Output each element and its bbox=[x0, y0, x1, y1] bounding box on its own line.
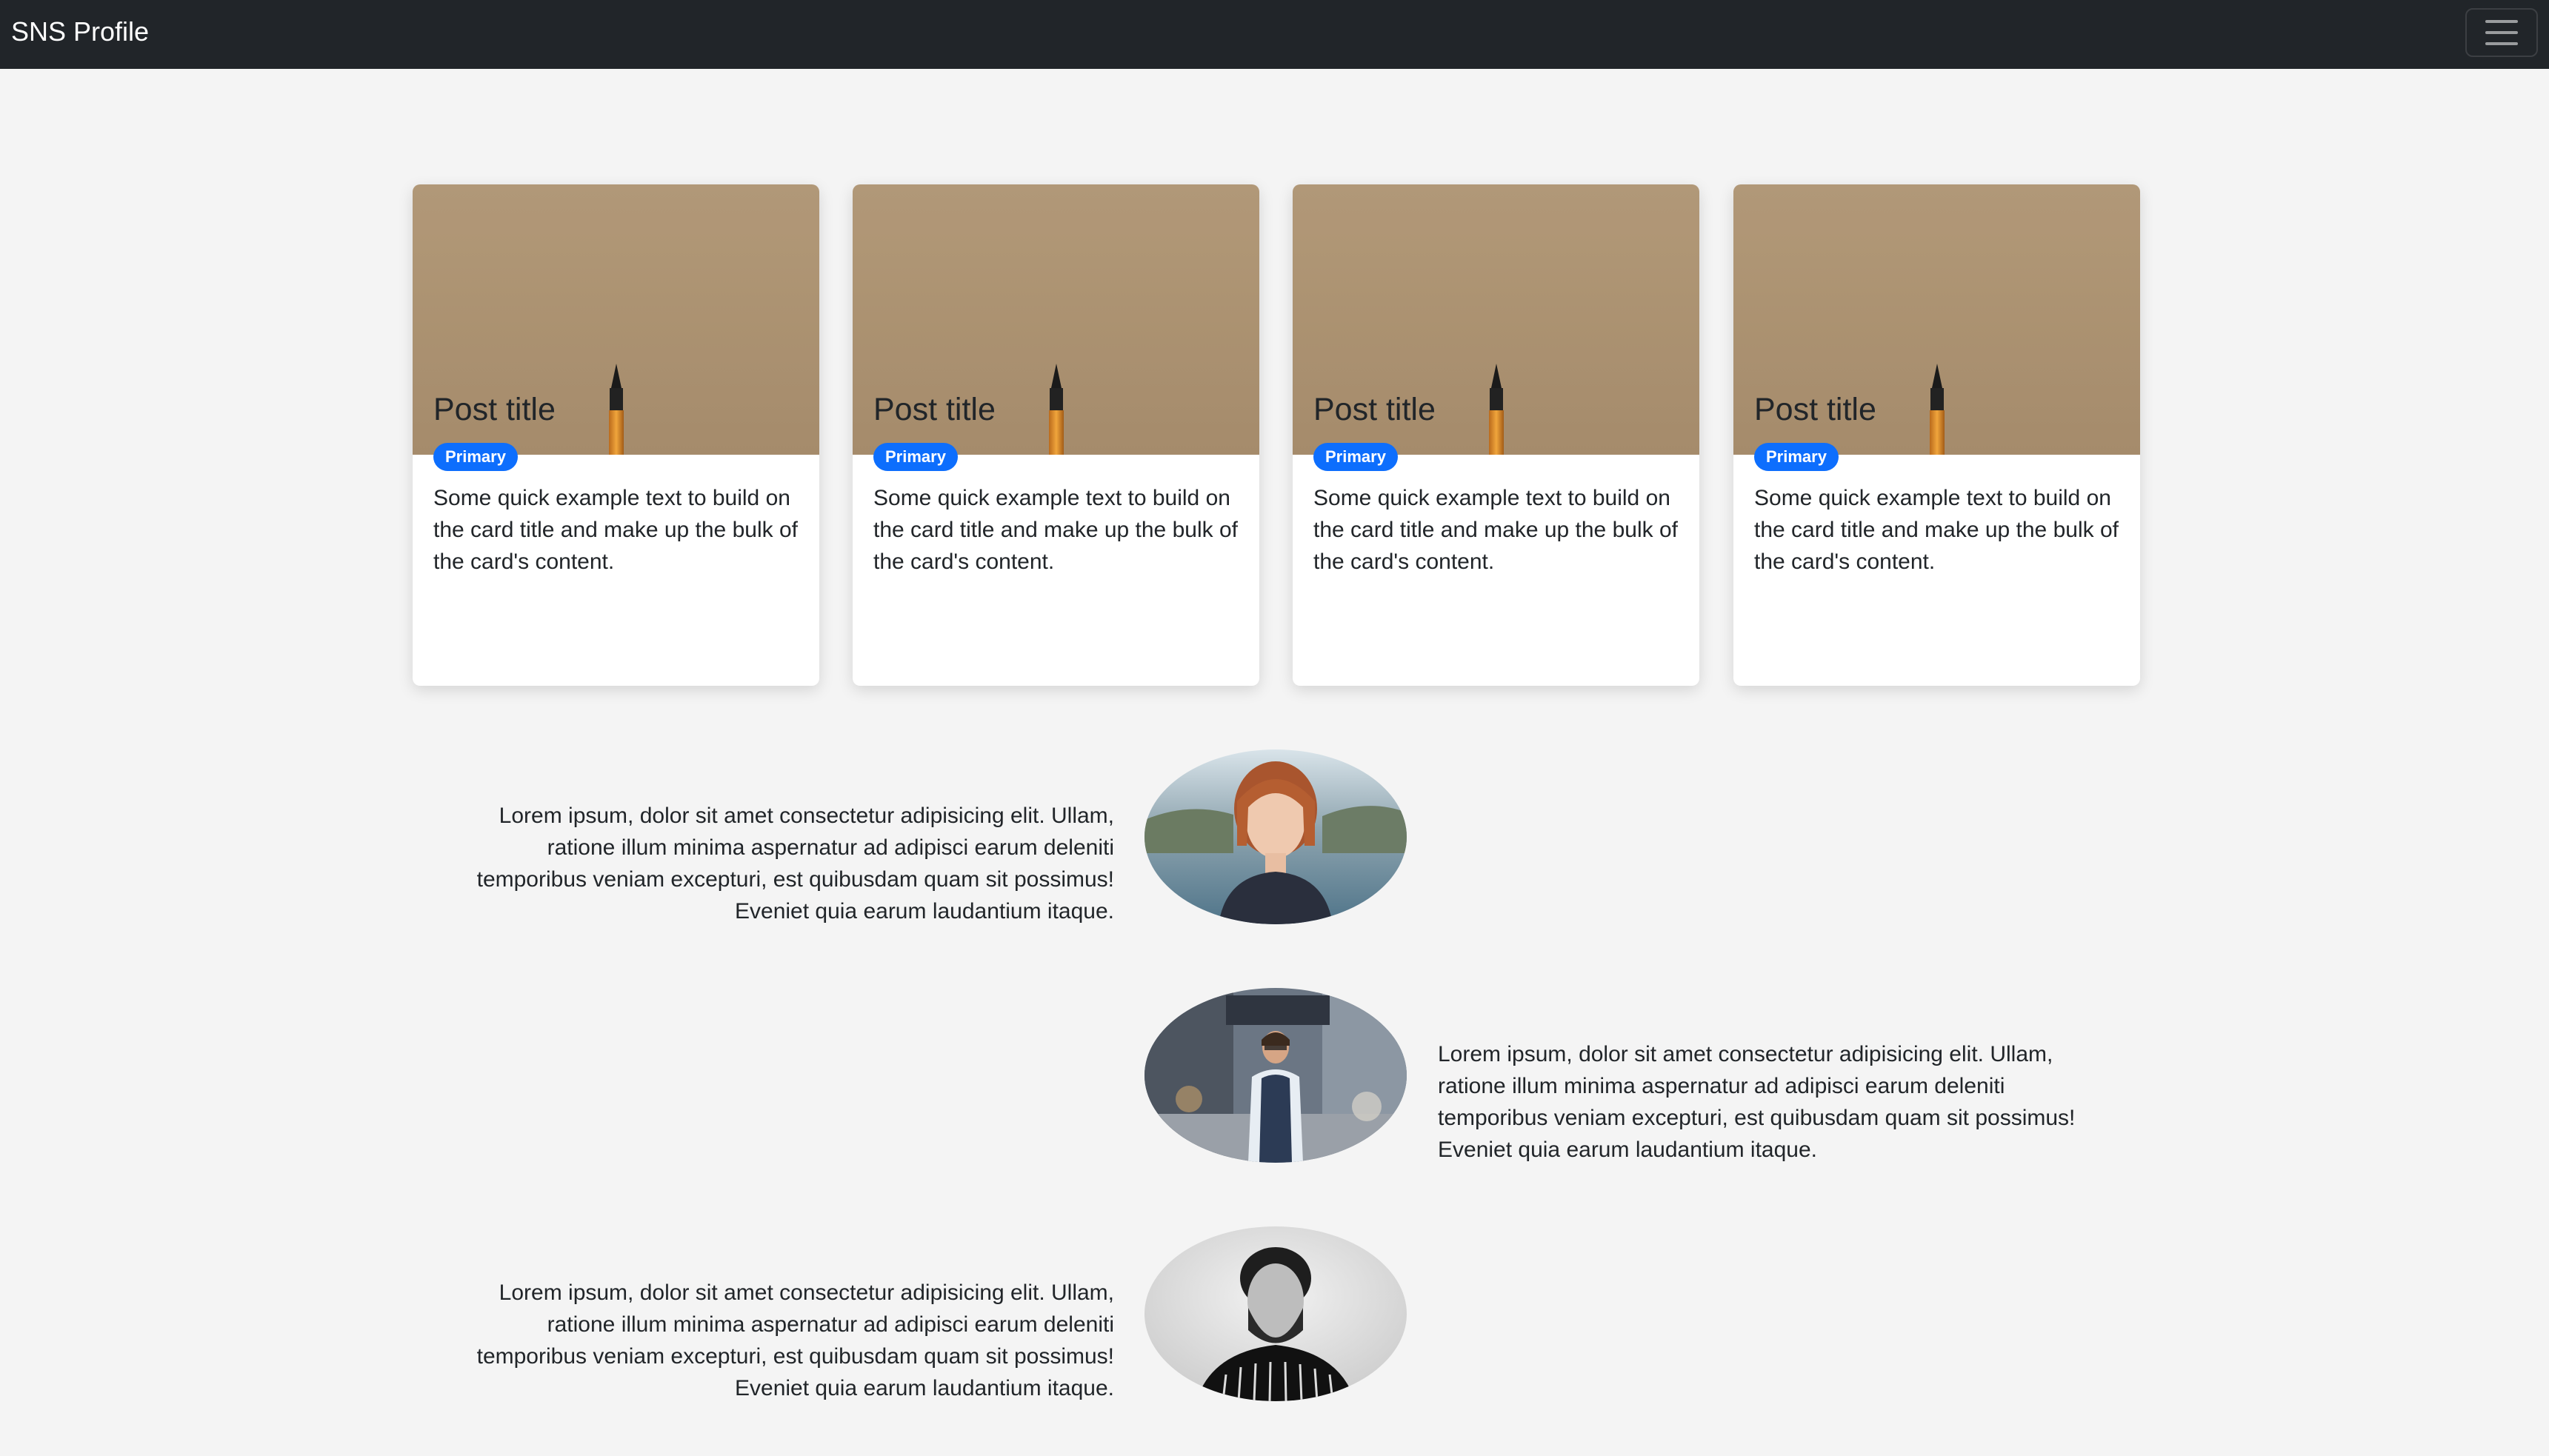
primary-badge: Primary bbox=[1313, 443, 1398, 471]
post-card[interactable]: Post title Primary Some quick example text… bbox=[413, 184, 819, 686]
hamburger-menu-icon bbox=[2485, 20, 2518, 23]
primary-badge: Primary bbox=[433, 443, 518, 471]
post-card[interactable]: Post title Primary Some quick example text… bbox=[853, 184, 1259, 686]
card-title: Post title bbox=[1754, 392, 1876, 427]
hamburger-menu-icon bbox=[2485, 31, 2518, 34]
card-text: Some quick example text to build on the … bbox=[1313, 486, 1678, 574]
feature-text: Lorem ipsum, dolor sit amet consectetur … bbox=[476, 804, 1114, 924]
card-title: Post title bbox=[1313, 392, 1436, 427]
feature-text: Lorem ipsum, dolor sit amet consectetur … bbox=[476, 1280, 1114, 1400]
card-text: Some quick example text to build on the … bbox=[1754, 486, 2119, 574]
top-navbar: SNS Profile bbox=[0, 0, 2549, 69]
hamburger-menu-icon bbox=[2485, 42, 2518, 45]
primary-badge: Primary bbox=[1754, 443, 1839, 471]
post-card[interactable]: Post title Primary Some quick example text… bbox=[1733, 184, 2140, 686]
primary-badge: Primary bbox=[873, 443, 958, 471]
card-title: Post title bbox=[433, 392, 556, 427]
brand-link[interactable]: SNS Profile bbox=[11, 16, 149, 47]
bearded-man-portrait-avatar bbox=[1144, 1226, 1407, 1401]
post-card[interactable]: Post title Primary Some quick example text… bbox=[1293, 184, 1699, 686]
woman-portrait-avatar bbox=[1144, 749, 1407, 924]
man-street-portrait-avatar bbox=[1144, 988, 1407, 1163]
card-text: Some quick example text to build on the … bbox=[433, 486, 798, 574]
navbar-toggler-button[interactable] bbox=[2465, 8, 2538, 57]
feature-text: Lorem ipsum, dolor sit amet consectetur … bbox=[1438, 1042, 2076, 1162]
card-text: Some quick example text to build on the … bbox=[873, 486, 1238, 574]
card-title: Post title bbox=[873, 392, 996, 427]
